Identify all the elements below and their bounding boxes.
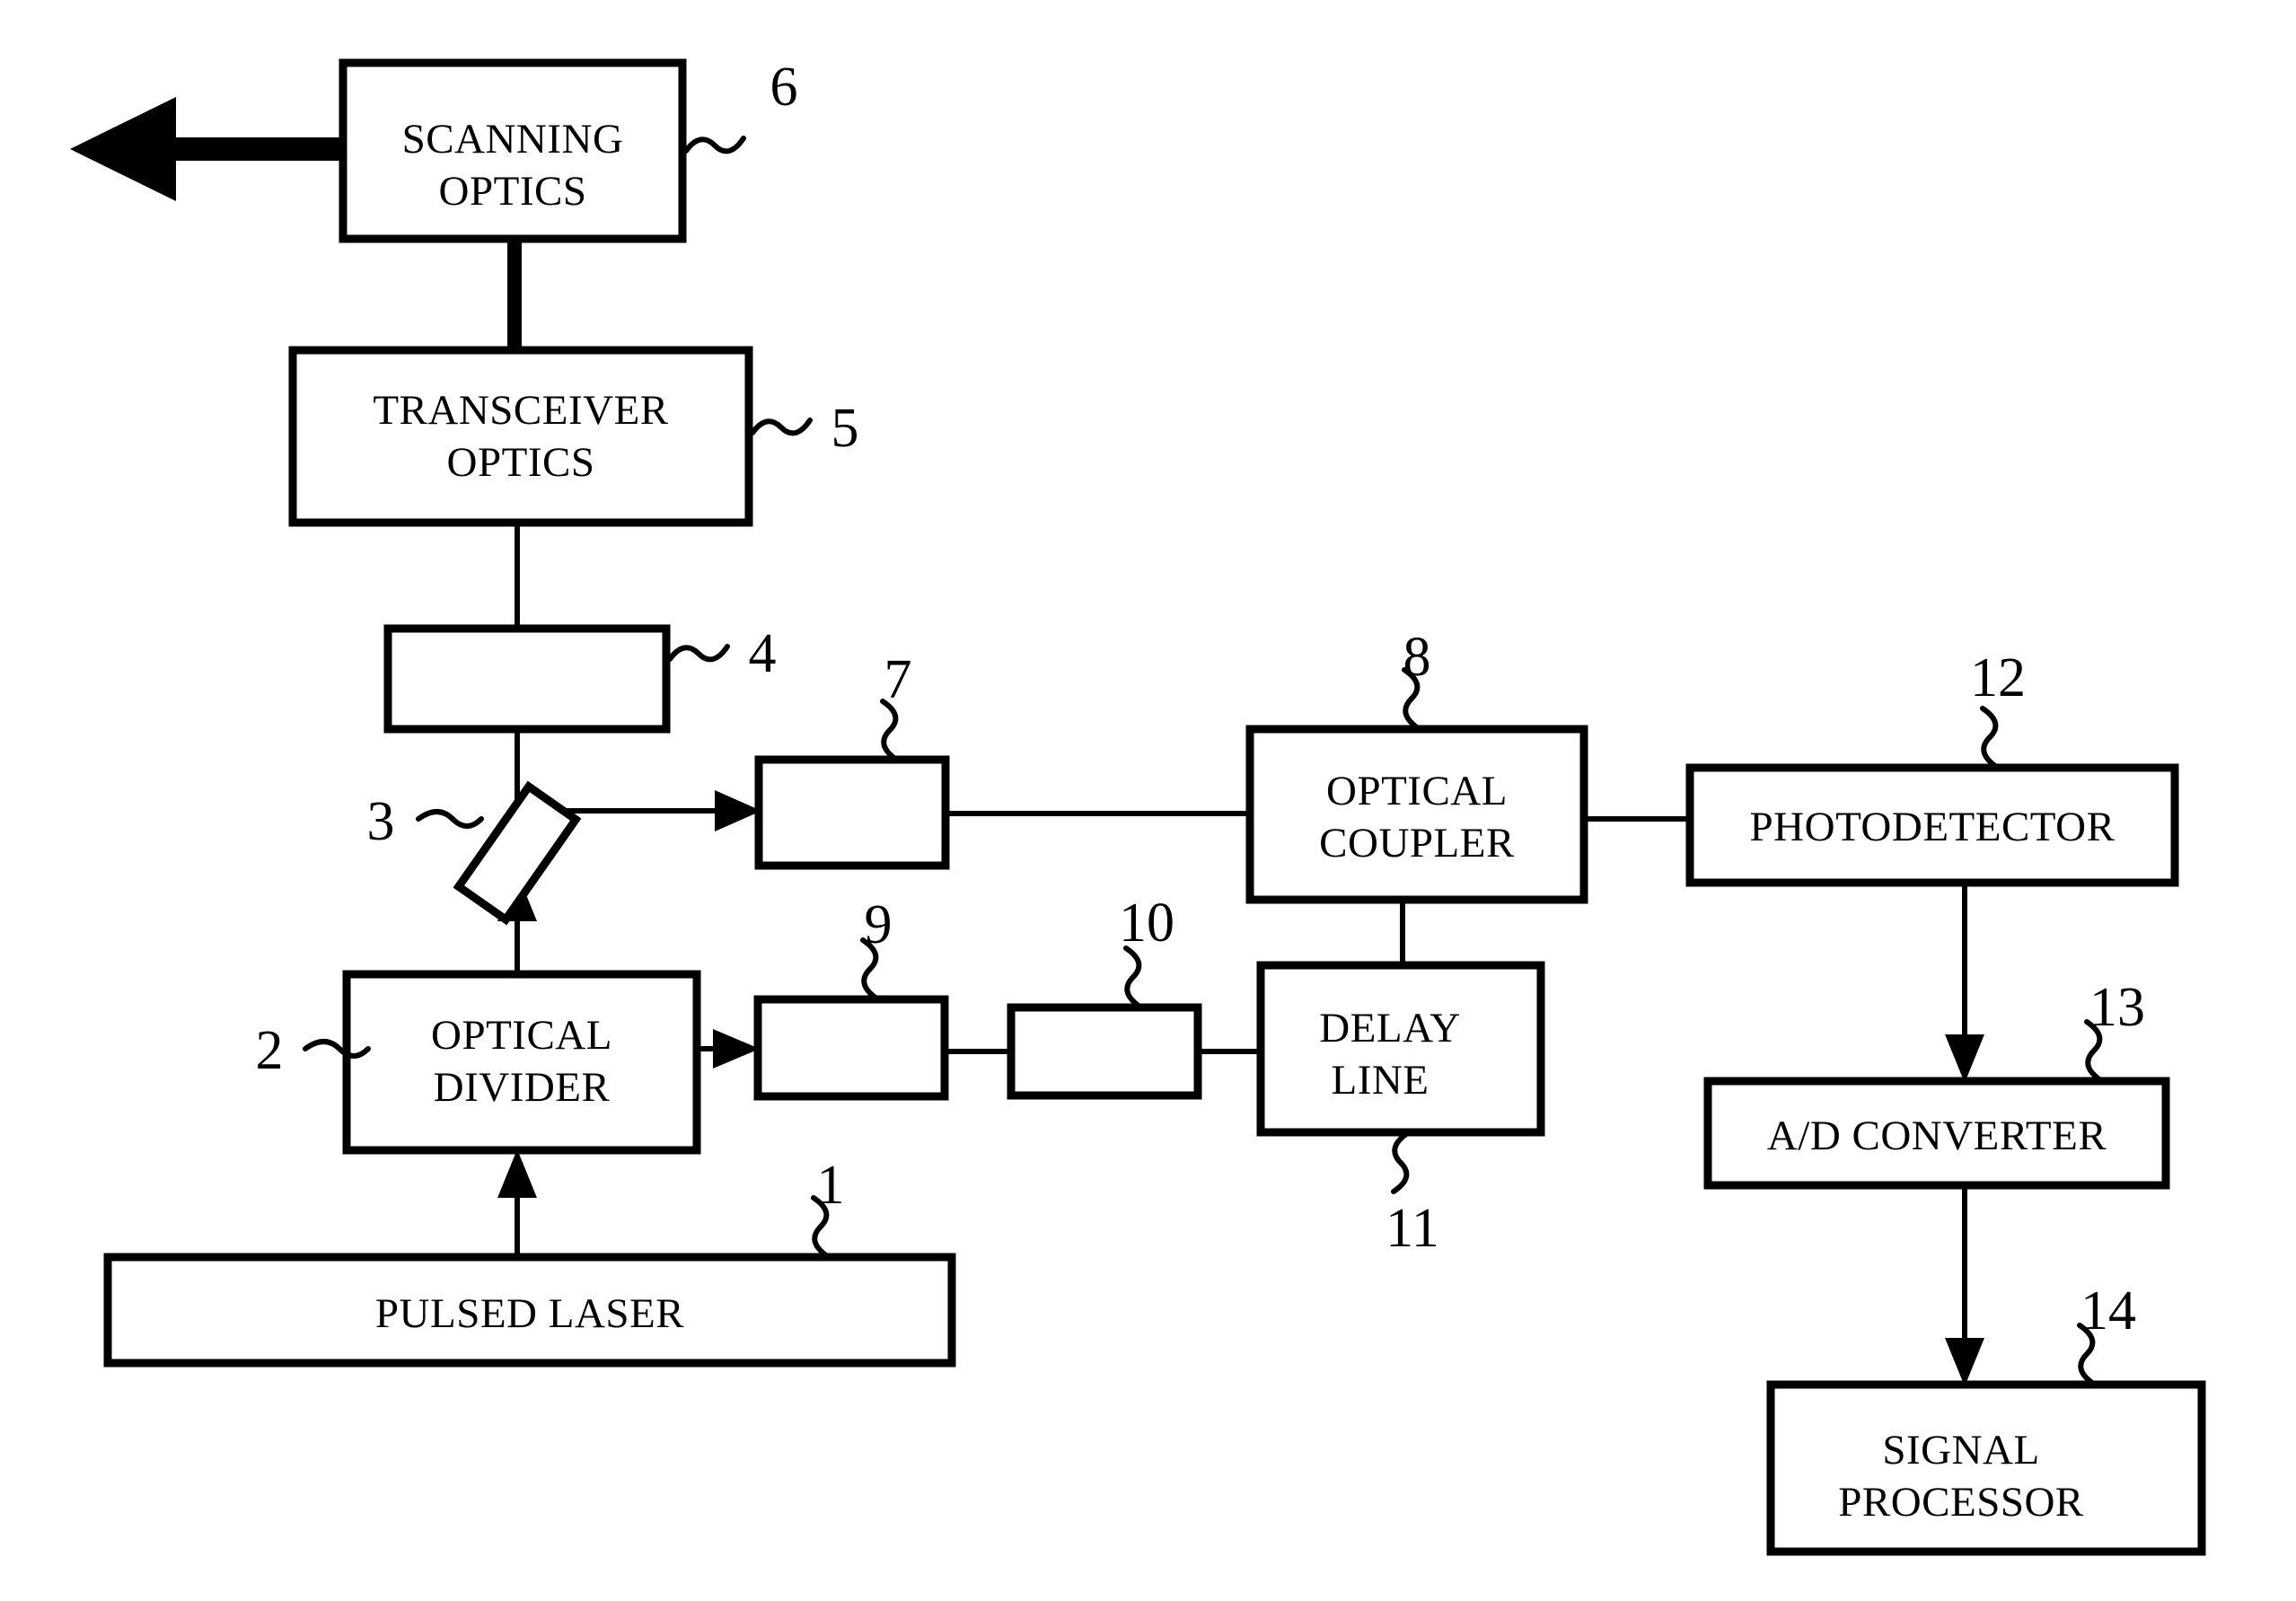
- block-transceiver-optics-label-line2: OPTICS: [447, 439, 595, 486]
- block-diagram-svg: SCANNING OPTICS TRANSCEIVER OPTICS OPTIC…: [70, 57, 2206, 1556]
- ref-number-5: 5: [831, 398, 859, 459]
- block-transceiver-optics[interactable]: TRANSCEIVER OPTICS: [288, 346, 753, 527]
- block-scanning-optics[interactable]: SCANNING OPTICS: [339, 58, 687, 243]
- ref-number-12: 12: [1970, 647, 2026, 708]
- connector-divider-to-block9: [697, 1029, 760, 1069]
- ref-number-2: 2: [256, 1020, 284, 1081]
- block-scanning-optics-label-line1: SCANNING: [402, 116, 624, 163]
- ref-number-13: 13: [2089, 977, 2145, 1038]
- ref-number-10: 10: [1119, 893, 1174, 954]
- block-scanning-optics-label-line2: OPTICS: [439, 168, 587, 215]
- block-four[interactable]: [383, 624, 671, 734]
- block-optical-coupler-label-line2: COUPLER: [1319, 820, 1515, 866]
- block-optical-divider-label-line1: OPTICAL: [431, 1012, 612, 1059]
- block-signal-processor-label-line1: SIGNAL: [1882, 1427, 2039, 1473]
- ref-number-9: 9: [865, 894, 893, 955]
- block-delay-line[interactable]: DELAY LINE: [1256, 961, 1545, 1137]
- leader-line-12: [1980, 706, 1999, 769]
- connector-adc-to-signal-processor: [1945, 1185, 1984, 1386]
- block-signal-processor[interactable]: SIGNAL PROCESSOR: [1766, 1380, 2206, 1556]
- connector-laser-to-divider: [497, 1149, 537, 1257]
- block-optical-divider-label-line2: DIVIDER: [434, 1064, 611, 1111]
- leader-line-4: [667, 644, 730, 663]
- ref-number-6: 6: [770, 57, 798, 118]
- block-optical-coupler[interactable]: OPTICAL COUPLER: [1245, 725, 1588, 904]
- leader-line-11: [1391, 1131, 1410, 1194]
- block-nine[interactable]: [753, 995, 949, 1101]
- ref-number-3: 3: [367, 791, 395, 852]
- block-transceiver-optics-label-line1: TRANSCEIVER: [373, 387, 668, 434]
- block-pulsed-laser[interactable]: PULSED LASER: [103, 1253, 956, 1368]
- beam-splitter[interactable]: [453, 780, 582, 926]
- block-ad-converter-label: A/D CONVERTER: [1767, 1113, 2107, 1159]
- ref-number-11: 11: [1386, 1198, 1439, 1259]
- block-seven[interactable]: [754, 755, 950, 870]
- leader-line-10: [1123, 946, 1142, 1008]
- block-optical-coupler-label-line1: OPTICAL: [1326, 768, 1508, 814]
- leader-line-3: [416, 809, 484, 829]
- ref-number-7: 7: [884, 649, 912, 710]
- block-delay-line-label-line2: LINE: [1331, 1057, 1429, 1104]
- block-ad-converter[interactable]: A/D CONVERTER: [1703, 1077, 2170, 1190]
- block-photodetector[interactable]: PHOTODETECTOR: [1685, 763, 2179, 887]
- block-photodetector-label: PHOTODETECTOR: [1750, 804, 2116, 850]
- ref-number-8: 8: [1403, 627, 1431, 688]
- ref-number-14: 14: [2080, 1280, 2136, 1341]
- block-optical-divider[interactable]: OPTICAL DIVIDER: [342, 970, 701, 1155]
- leader-line-6: [683, 136, 746, 154]
- connector-scanning-to-transceiver: [507, 239, 522, 352]
- leader-line-5: [750, 418, 813, 436]
- output-beam-arrow: [70, 97, 346, 201]
- block-pulsed-laser-label: PULSED LASER: [375, 1290, 684, 1337]
- block-delay-line-label-line1: DELAY: [1319, 1005, 1460, 1051]
- patent-figure-canvas: SCANNING OPTICS TRANSCEIVER OPTICS OPTIC…: [0, 0, 2296, 1601]
- block-ten[interactable]: [1007, 1003, 1202, 1100]
- block-signal-processor-label-line2: PROCESSOR: [1838, 1479, 2084, 1526]
- connector-photodetector-to-adc: [1945, 883, 1984, 1083]
- ref-number-4: 4: [749, 623, 777, 684]
- ref-number-1: 1: [817, 1155, 845, 1216]
